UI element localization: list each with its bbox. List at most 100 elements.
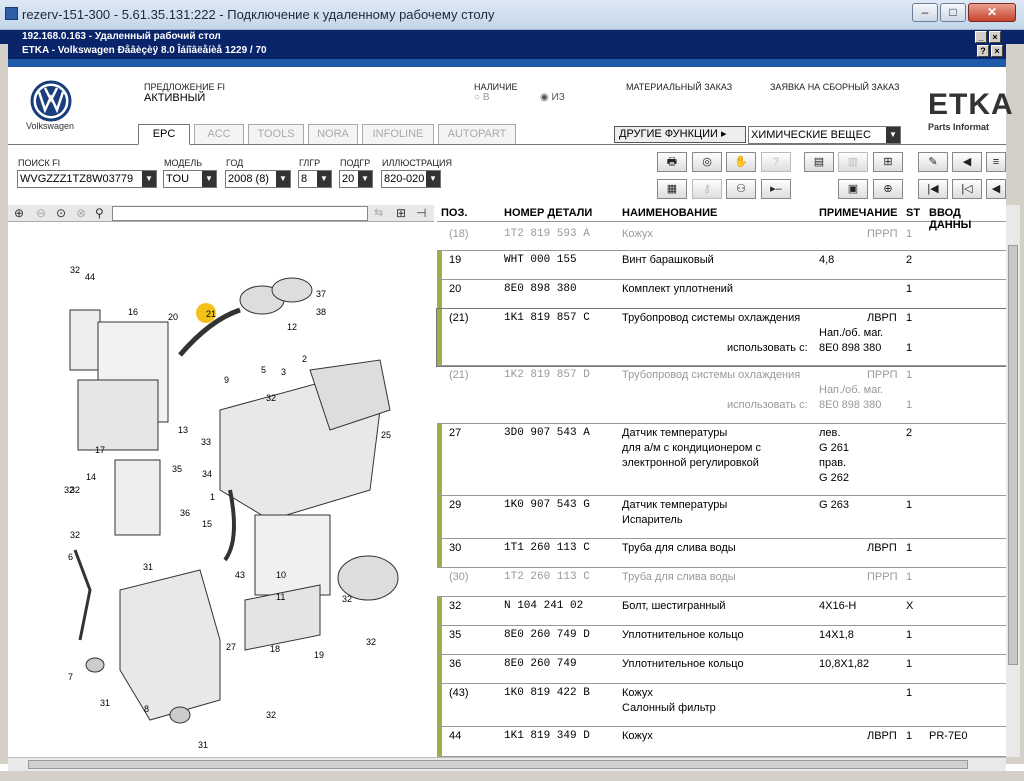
bike-icon[interactable]: ⚇ [726,179,756,199]
illustration-search-input[interactable] [112,206,368,221]
callout-number[interactable]: 5 [261,365,266,375]
magnifier-icon[interactable]: ⚲ [95,206,104,220]
table-row[interactable]: (18) 1T2 819 593 A Кожух ПРРП 1 [437,225,1006,251]
maximize-button[interactable]: □ [940,3,966,22]
help-button[interactable]: ? [977,45,989,57]
handshake-icon[interactable]: ✋ [726,152,756,172]
close-button[interactable]: ✕ [968,3,1016,22]
disc-icon[interactable]: ◎ [692,152,722,172]
split-view-icon[interactable]: ⇆ [374,206,383,219]
callout-number[interactable]: 38 [316,307,326,317]
col-part-number[interactable]: НОМЕР ДЕТАЛИ [504,207,592,219]
col-pos[interactable]: ПОЗ. [441,207,467,219]
tab-autopart[interactable]: AUTOPART [438,124,516,144]
tab-infoline[interactable]: INFOLINE [362,124,434,144]
callout-number[interactable]: 32 [266,710,276,720]
callout-number[interactable]: 31 [100,698,110,708]
chemicals-select[interactable]: ХИМИЧЕСКИЕ ВЕЩЕС ▼ [748,126,901,144]
table-row[interactable]: (21) 1K1 819 857 C Трубопровод системы охл… [436,308,1007,367]
key-icon[interactable]: ⚷ [692,179,722,199]
zoom-in-icon[interactable]: ⊕ [14,206,24,220]
table-row[interactable]: 27 3D0 907 543 A Датчик температуры для а/м… [437,424,1006,496]
callout-number[interactable]: 1 [210,492,215,502]
prev-icon[interactable]: |◁ [952,179,982,199]
callout-number[interactable]: 34 [202,469,212,479]
search-fi-select[interactable]: WVGZZZ1TZ8W03779 ▼ [17,170,157,188]
table-row[interactable]: (21) 1K2 819 857 D Трубопровод системы охл… [437,366,1006,424]
callout-number[interactable]: 18 [270,644,280,654]
table-icon[interactable]: ▦ [657,179,687,199]
tab-epc[interactable]: EPC [138,124,190,145]
etka-close-button[interactable]: × [991,45,1003,57]
callout-number[interactable]: 12 [287,322,297,332]
callout-number[interactable]: 32 [266,393,276,403]
list-icon[interactable]: ≡ [986,152,1006,172]
layout-icon[interactable]: ⊞ [396,206,406,220]
callout-number[interactable]: 35 [172,464,182,474]
col-note[interactable]: ПРИМЕЧАНИЕ [819,207,898,219]
table-row[interactable]: (30) 1T2 260 113 C Труба для слива воды ПРР… [437,568,1006,597]
callout-number[interactable]: 6 [68,552,73,562]
table-row[interactable]: (43) 1K0 819 422 B Кожух Салонный фильтр 1 [437,684,1006,727]
tab-tools[interactable]: TOOLS [248,124,304,144]
callout-number[interactable]: 32 [70,265,80,275]
callout-number[interactable]: 32 [70,485,80,495]
col-st[interactable]: ST [906,207,920,219]
depot-icon[interactable]: ▥ [838,152,868,172]
callout-number[interactable]: 3 [281,367,286,377]
callout-number[interactable]: 31 [198,740,208,750]
callout-number[interactable]: 37 [316,289,326,299]
pin-icon[interactable]: ✎ [918,152,948,172]
callout-number[interactable]: 7 [68,672,73,682]
scan-icon[interactable]: ▣ [838,179,868,199]
zoom-out-icon[interactable]: ⊖ [36,206,46,220]
table-row[interactable]: 32 N 104 241 02 Болт, шестигранный 4X16-H X [437,597,1006,626]
table-row[interactable]: 19 WHT 000 155 Винт барашковый 4,8 2 [437,251,1006,280]
print-icon[interactable]: 🖶 [657,152,687,172]
callout-number[interactable]: 8 [144,704,149,714]
callout-number[interactable]: 32 [70,530,80,540]
other-functions-button[interactable]: ДРУГИЕ ФУНКЦИИ ▸ [614,126,746,143]
vertical-scrollbar[interactable] [1006,205,1020,757]
question-icon[interactable]: ? [761,152,791,172]
remote-close-button[interactable]: × [989,31,1001,43]
main-group-select[interactable]: 8 ▼ [298,170,332,188]
expand-icon[interactable]: ⊣ [416,206,426,220]
rdp-titlebar[interactable]: rezerv-151-300 - 5.61.35.131:222 - Подкл… [0,0,1024,30]
horizontal-scroll-thumb[interactable] [28,760,968,769]
year-select[interactable]: 2008 (8) ▼ [225,170,291,188]
table-row[interactable]: 44 1K1 819 349 D Кожух ЛВРП 1 PR-7E0 [437,727,1006,757]
callout-number[interactable]: 10 [276,570,286,580]
first-icon[interactable]: |◀ [918,179,948,199]
tab-nora[interactable]: NORA [308,124,358,144]
callout-number[interactable]: 17 [95,445,105,455]
horizontal-scrollbar[interactable] [8,757,1006,771]
remote-minimize-button[interactable]: _ [975,31,987,43]
minimize-button[interactable]: – [912,3,938,22]
illustration-select[interactable]: 820-020 ▼ [381,170,441,188]
table-row[interactable]: 35 8E0 260 749 D Уплотнительное кольцо 14X1… [437,626,1006,655]
callout-number[interactable]: 36 [180,508,190,518]
callout-number[interactable]: 11 [276,592,285,602]
callout-number[interactable]: 32 [342,594,352,604]
callout-number[interactable]: 33 [201,437,211,447]
assembly-order-link[interactable]: ЗАЯВКА НА СБОРНЫЙ ЗАКАЗ [770,82,899,92]
callout-number[interactable]: 31 [143,562,153,572]
callout-number[interactable]: 43 [235,570,245,580]
table-row[interactable]: 20 8E0 898 380 Комплект уплотнений 1 [437,280,1006,309]
zoom-fit-icon[interactable]: ⊙ [56,206,66,220]
callout-number[interactable]: 32 [366,637,376,647]
table-row[interactable]: 30 1T1 260 113 C Труба для слива воды ЛВРП 1 [437,539,1006,568]
parts-illustration[interactable]: 324416 20 21373812295 332251333173235 341143… [30,260,430,755]
vertical-scroll-thumb[interactable] [1008,245,1018,665]
callout-number[interactable]: 25 [381,430,391,440]
cart-icon[interactable]: ⊞ [873,152,903,172]
callout-number[interactable]: 16 [128,307,138,317]
play-minus-icon[interactable]: ▸– [761,179,791,199]
availability-out-radio[interactable]: ◉ ИЗ [540,92,565,103]
tab-acc[interactable]: ACC [194,124,244,144]
zoom-reset-icon[interactable]: ⊗ [76,206,86,220]
availability-in-radio[interactable]: ○ В [474,92,490,103]
sub-group-select[interactable]: 20 ▼ [339,170,373,188]
cart-add-icon[interactable]: ⊕ [873,179,903,199]
